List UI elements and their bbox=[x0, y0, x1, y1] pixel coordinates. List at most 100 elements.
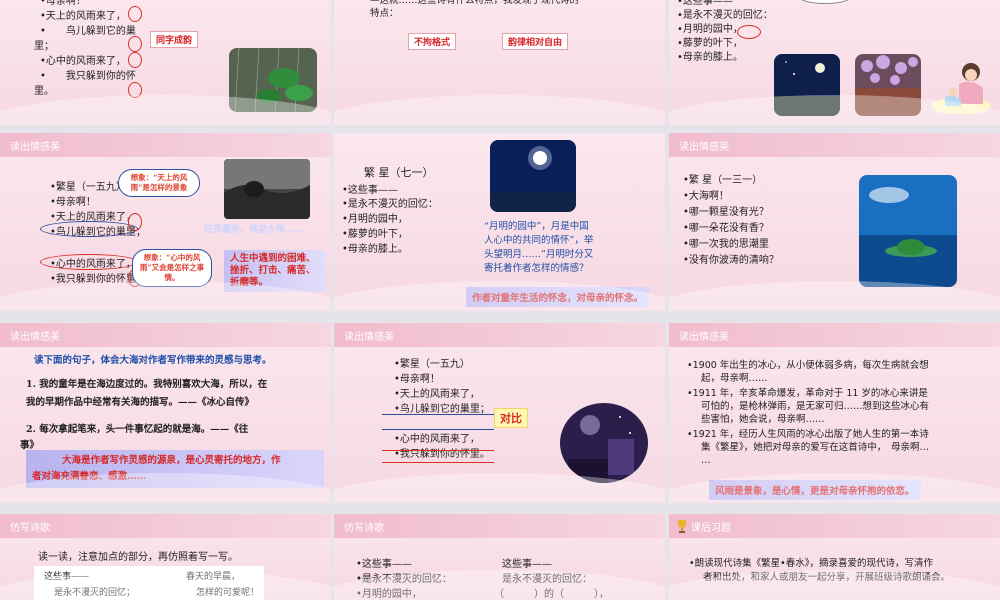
slide-header: 读出情感美 bbox=[669, 133, 1000, 157]
intro-line: 特点： bbox=[370, 8, 399, 19]
poem-line: •母亲啊！ bbox=[40, 0, 86, 7]
feature-tag-2: 韵律相对自由 bbox=[502, 33, 569, 50]
rain-imagery-text: 狂风暴雨、倾盆大雨…… bbox=[204, 225, 304, 235]
slide-header: 读出情感美 bbox=[334, 323, 665, 347]
answer-band: 风雨是景象，是心情，更是对母亲怀抱的依恋。 bbox=[709, 480, 921, 500]
answer-band: 作者对童年生活的怀念，对母亲的怀念。 bbox=[466, 287, 650, 307]
intro-line: —这就……这些诗有什么特点，我发现了现代诗的 bbox=[370, 0, 580, 6]
quote-line: “月明的园中”，月是中国 bbox=[484, 221, 589, 232]
imitation-line: 这些事—— bbox=[502, 559, 552, 570]
slide-header: 仿写诗歌 bbox=[334, 514, 665, 538]
highlight-oval bbox=[128, 36, 142, 52]
quote-para-1: 我的早期作品中经常有关海的描写。——《冰心自传》 bbox=[26, 397, 255, 408]
poem-line: •天上的风雨来了， bbox=[394, 389, 480, 400]
poem-line: •藤萝的叶下， bbox=[342, 229, 408, 240]
slide-header: 仿写诗歌 bbox=[0, 514, 331, 538]
poem-line: •没有你波涛的清响？ bbox=[683, 255, 779, 266]
slide-3[interactable]: •这些事—— •是永不漫灭的回忆： •月明的园中， •藤萝的叶下， •母亲的膝上… bbox=[669, 0, 1000, 125]
poem-line: •月明的园中， bbox=[342, 214, 408, 225]
highlight-oval bbox=[128, 6, 142, 22]
underline bbox=[382, 462, 494, 463]
poem-line: •繁 星（一三一） bbox=[683, 175, 763, 186]
plant-rain-image bbox=[229, 48, 317, 112]
poem-line: •是永不漫灭的回忆： bbox=[356, 574, 452, 585]
moon-image bbox=[490, 140, 576, 212]
poem-line: •母亲啊！ bbox=[50, 197, 96, 208]
highlight-oval bbox=[737, 25, 761, 39]
slide-5[interactable]: 繁 星（七一） •这些事—— •是永不漫灭的回忆： •月明的园中， •藤萝的叶下… bbox=[334, 133, 665, 311]
speech-oval bbox=[795, 0, 855, 4]
imitation-line: 是永不漫灭的回忆： bbox=[502, 574, 592, 585]
instruction-text: 读一读，注意加点的部分，再仿照着写一写。 bbox=[38, 552, 238, 563]
highlight-oval bbox=[128, 82, 142, 98]
poem-line: • 我只躲到你的怀 bbox=[40, 71, 136, 82]
bio-line: 集《繁星》，她把对母亲的爱写在这首诗中， 母亲啊… bbox=[701, 442, 930, 453]
sample-right-line: 怎样的可爱呢！ bbox=[196, 588, 260, 598]
answer-band: 大海是作者写作灵感的源泉，是心灵寄托的地方，作 者对海充满眷恋、感激…… bbox=[26, 450, 324, 488]
wisteria-image bbox=[855, 54, 921, 116]
quote-para-2: 2. 每次拿起笔来，头一件事忆起的就是海。——《往 bbox=[26, 424, 249, 435]
poem-line: •这些事—— bbox=[356, 559, 412, 570]
poem-line: •月明的园中， bbox=[677, 24, 743, 35]
highlight-oval bbox=[40, 254, 138, 270]
slide-header: 读出情感美 bbox=[669, 323, 1000, 347]
poem-line: 里。 bbox=[34, 86, 54, 97]
poem-line: •繁星（一五九） bbox=[50, 182, 126, 193]
trophy-icon bbox=[677, 518, 687, 533]
underline bbox=[382, 450, 494, 451]
slide-8[interactable]: 读出情感美 •繁星（一五九） •母亲啊！ •天上的风雨来了， •鸟儿躲到它的巢里… bbox=[334, 323, 665, 503]
imitation-blank-line[interactable]: （ ）的（ ）， bbox=[494, 587, 609, 600]
poem-line: • 鸟儿躲到它的巢 bbox=[40, 26, 136, 37]
night-window-image bbox=[560, 403, 648, 483]
slide-12[interactable]: 课后习题 •朗读现代诗集《繁星•春水》，摘录喜爱的现代诗，写清作 者和出处，和家… bbox=[669, 514, 1000, 600]
quote-para-1: 1. 我的童年是在海边度过的。我特别喜欢大海，所以，在 bbox=[26, 379, 268, 390]
night-moon-image bbox=[774, 54, 840, 116]
poem-line: •天上的风雨来了， bbox=[40, 11, 126, 22]
poem-line: •藤萝的叶下， bbox=[677, 38, 743, 49]
contrast-tag: 对比 bbox=[494, 408, 528, 428]
slide-2[interactable]: —这就……这些诗有什么特点，我发现了现代诗的 特点： 不拘格式 韵律相对自由 bbox=[334, 0, 665, 125]
underline bbox=[382, 414, 494, 415]
sample-left-line: 是永不漫灭的回忆； bbox=[54, 588, 136, 598]
poem-line: •母亲啊！ bbox=[394, 374, 440, 385]
answer-band: 人生中遇到的困难、挫折、打击、痛苦、折磨等。 bbox=[224, 250, 326, 292]
homework-line: 者和出处，和家人或朋友一起分享，开展班级诗歌朗诵会。 bbox=[703, 572, 951, 583]
ocean-island-image bbox=[859, 175, 957, 287]
poem-line: •是永不漫灭的回忆： bbox=[677, 10, 773, 21]
poem-line: •大海啊！ bbox=[683, 191, 729, 202]
homework-line: •朗读现代诗集《繁星•春水》，摘录喜爱的现代诗，写清作 bbox=[689, 558, 933, 569]
storm-image bbox=[224, 159, 310, 219]
quote-line: 寄托着作者怎样的情感？ bbox=[484, 263, 589, 274]
poem-line: 里； bbox=[34, 41, 54, 52]
highlight-oval bbox=[128, 52, 142, 68]
quote-line: 人心中的共同的情怀”，举 bbox=[484, 235, 594, 246]
poem-title: 繁 星（七一） bbox=[364, 166, 434, 179]
poem-line: •心中的风雨来了， bbox=[394, 434, 480, 445]
sample-right-line: 春天的早晨， bbox=[186, 572, 241, 582]
poem-line: •哪一颗星没有光？ bbox=[683, 207, 769, 218]
bio-line: 起，母亲啊…… bbox=[701, 373, 768, 384]
slide-10[interactable]: 仿写诗歌 读一读，注意加点的部分，再仿照着写一写。 这些事—— 是永不漫灭的回忆… bbox=[0, 514, 331, 600]
poem-line: •是永不漫灭的回忆： bbox=[342, 199, 438, 210]
poem-line: •母亲的膝上。 bbox=[342, 244, 408, 255]
poem-line: •心中的风雨来了， bbox=[40, 56, 126, 67]
mother-child-illustration bbox=[931, 58, 991, 115]
underline bbox=[382, 429, 494, 430]
quote-line: 头望明月……”月明时分又 bbox=[484, 249, 594, 260]
poem-line: •这些事—— bbox=[342, 185, 398, 196]
poem-line: •哪一次我的思潮里 bbox=[683, 239, 769, 250]
slide-header: 读出情感美 bbox=[0, 133, 331, 157]
poem-line: •哪一朵花没有香？ bbox=[683, 223, 769, 234]
slide-1[interactable]: •母亲啊！ •天上的风雨来了， • 鸟儿躲到它的巢 里； •心中的风雨来了， •… bbox=[0, 0, 331, 125]
highlight-oval bbox=[128, 213, 142, 231]
slide-7[interactable]: 读出情感美 读下面的句子，体会大海对作者写作带来的灵感与思考。 1. 我的童年是… bbox=[0, 323, 331, 503]
slide-6[interactable]: 读出情感美 •繁 星（一三一） •大海啊！ •哪一颗星没有光？ •哪一朵花没有香… bbox=[669, 133, 1000, 311]
highlight-oval bbox=[40, 221, 138, 237]
slide-header: 读出情感美 bbox=[0, 323, 331, 347]
slide-9[interactable]: 读出情感美 •1900 年出生的冰心，从小便体弱多病，每次生病就会想 起，母亲啊… bbox=[669, 323, 1000, 503]
rhyme-tag: 同字成韵 bbox=[150, 31, 199, 48]
slide-4[interactable]: 读出情感美 •繁星（一五九） •母亲啊！ •天上的风雨来了， •鸟儿躲到它的巢里… bbox=[0, 133, 331, 311]
slide-11[interactable]: 仿写诗歌 •这些事—— •是永不漫灭的回忆： •月明的园中， 这些事—— 是永不… bbox=[334, 514, 665, 600]
poem-line: •繁星（一五九） bbox=[394, 359, 470, 370]
thought-bubble-sky: 想象：“天上的风雨”是怎样的景象 bbox=[118, 169, 200, 197]
